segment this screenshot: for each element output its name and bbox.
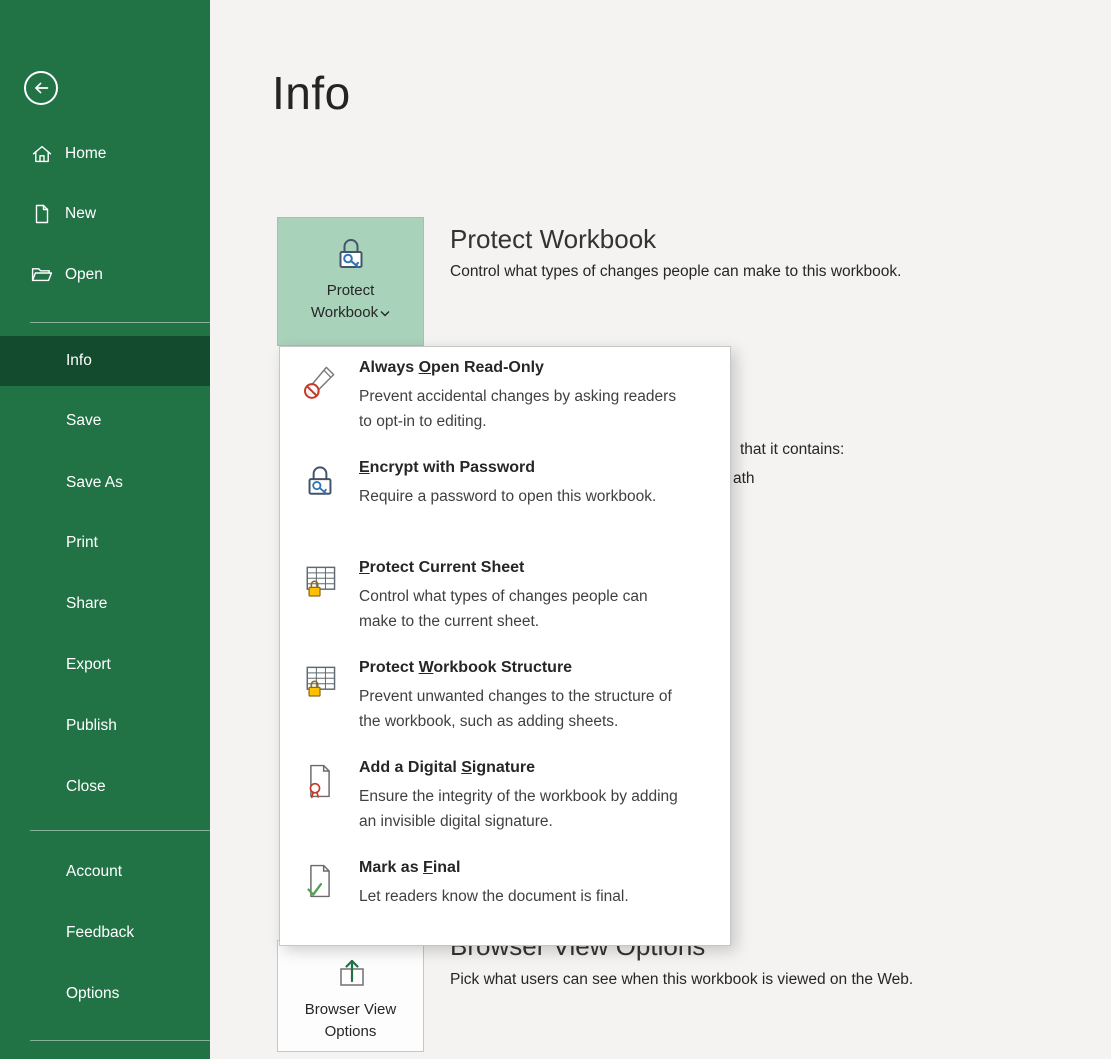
sidebar-item-feedback[interactable]: Feedback [0, 911, 210, 955]
sidebar-item-export[interactable]: Export [0, 643, 210, 687]
menu-item-always-open-read-only[interactable]: Always Open Read-Only Prevent accidental… [280, 347, 730, 447]
protect-workbook-button-label: Protect Workbook [311, 280, 390, 324]
back-arrow-icon [30, 77, 52, 99]
sidebar-item-account[interactable]: Account [0, 850, 210, 894]
sidebar-item-close[interactable]: Close [0, 765, 210, 809]
menu-item-description: Prevent accidental changes by asking rea… [359, 384, 679, 434]
sidebar-item-print[interactable]: Print [0, 521, 210, 565]
encrypt-password-icon [300, 459, 346, 547]
menu-item-encrypt-with-password[interactable]: Encrypt with Password Require a password… [280, 447, 730, 547]
protect-workbook-heading: Protect Workbook [450, 224, 656, 255]
chevron-down-icon [380, 310, 390, 317]
sidebar-divider [30, 1040, 210, 1041]
sidebar-item-label: Open [65, 266, 103, 284]
sidebar-item-open[interactable]: Open [0, 253, 210, 297]
menu-item-description: Ensure the integrity of the workbook by … [359, 784, 679, 834]
sidebar-item-label: New [65, 205, 96, 223]
protect-sheet-icon [300, 559, 346, 647]
home-icon [30, 142, 54, 166]
browser-view-options-description: Pick what users can see when this workbo… [450, 971, 913, 989]
menu-item-add-digital-signature[interactable]: Add a Digital Signature Ensure the integ… [280, 747, 730, 847]
page-title: Info [272, 66, 351, 120]
sidebar-item-save-as[interactable]: Save As [0, 461, 210, 505]
sidebar-item-label: Home [65, 145, 106, 163]
open-folder-icon [30, 263, 54, 287]
sidebar-item-info[interactable]: Info [0, 336, 210, 386]
read-only-icon [300, 359, 346, 447]
sidebar-divider [30, 322, 210, 323]
menu-item-title: Mark as Final [359, 859, 629, 877]
inspect-workbook-fragment: ath [733, 470, 755, 488]
menu-item-mark-as-final[interactable]: Mark as Final Let readers know the docum… [280, 847, 730, 947]
sidebar-item-options[interactable]: Options [0, 972, 210, 1016]
menu-item-description: Control what types of changes people can… [359, 584, 679, 634]
browser-view-icon [331, 953, 371, 993]
sidebar-divider [30, 830, 210, 831]
protect-workbook-menu: Always Open Read-Only Prevent accidental… [279, 346, 731, 946]
menu-item-title: Encrypt with Password [359, 459, 656, 477]
excel-backstage-info: Home New Open Info Save [0, 0, 1111, 1059]
sidebar-item-label: Info [66, 352, 92, 370]
menu-item-description: Let readers know the document is final. [359, 884, 629, 909]
lock-with-key-icon [331, 234, 371, 274]
inspect-workbook-fragment: that it contains: [740, 441, 844, 459]
browser-view-options-button-label: Browser View Options [305, 999, 396, 1043]
sidebar-item-save[interactable]: Save [0, 399, 210, 443]
sidebar-item-share[interactable]: Share [0, 582, 210, 626]
protect-workbook-structure-icon [300, 659, 346, 747]
menu-item-description: Prevent unwanted changes to the structur… [359, 684, 679, 734]
menu-item-title: Protect Workbook Structure [359, 659, 679, 677]
menu-item-description: Require a password to open this workbook… [359, 484, 656, 509]
menu-item-title: Always Open Read-Only [359, 359, 679, 377]
back-button[interactable] [24, 71, 58, 105]
backstage-sidebar: Home New Open Info Save [0, 0, 210, 1059]
menu-item-title: Add a Digital Signature [359, 759, 679, 777]
new-document-icon [30, 202, 54, 226]
protect-workbook-description: Control what types of changes people can… [450, 263, 901, 281]
protect-workbook-button[interactable]: Protect Workbook [277, 217, 424, 346]
menu-item-protect-workbook-structure[interactable]: Protect Workbook Structure Prevent unwan… [280, 647, 730, 747]
mark-as-final-icon [300, 859, 346, 947]
sidebar-item-publish[interactable]: Publish [0, 704, 210, 748]
backstage-content: Info Protect Workbook Protect Workbook C… [210, 0, 1111, 1059]
browser-view-options-button[interactable]: Browser View Options [277, 940, 424, 1052]
menu-item-protect-current-sheet[interactable]: Protect Current Sheet Control what types… [280, 547, 730, 647]
sidebar-item-home[interactable]: Home [0, 132, 210, 176]
menu-item-title: Protect Current Sheet [359, 559, 679, 577]
sidebar-item-new[interactable]: New [0, 192, 210, 236]
digital-signature-icon [300, 759, 346, 847]
